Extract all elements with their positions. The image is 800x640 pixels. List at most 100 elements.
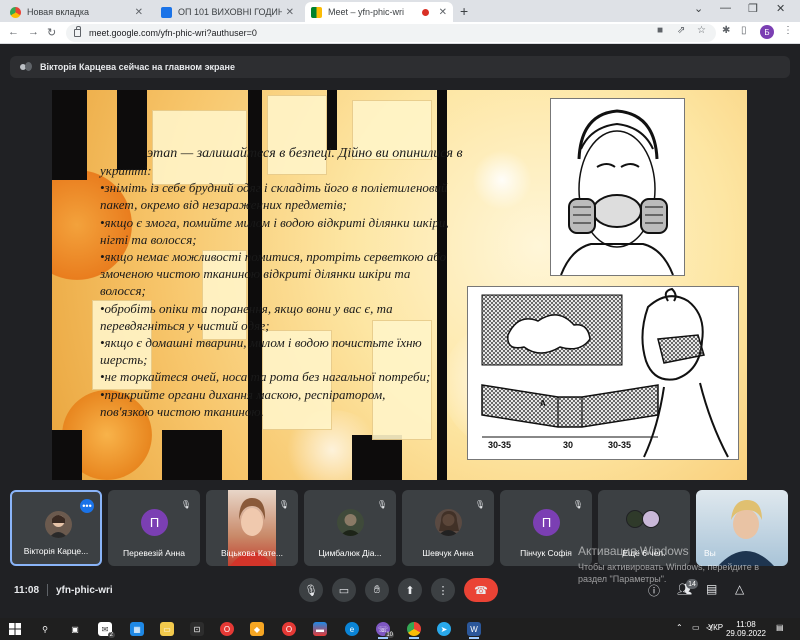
figure-marker-label: А (540, 399, 546, 408)
mic-button[interactable]: 🎙︎ (299, 578, 323, 602)
tab-title: Meet – yfn-phic-wri (328, 7, 405, 17)
forward-arrow-icon[interactable]: → (28, 26, 39, 38)
activities-icon[interactable]: △ (735, 582, 744, 596)
avatar: П (533, 509, 560, 536)
tray-chevron-icon[interactable]: ⌃ (676, 623, 683, 632)
participant-name: Вікторія Карце... (23, 546, 89, 556)
reload-icon[interactable]: ↻ (47, 26, 56, 39)
network-icon[interactable]: ▭ (692, 623, 700, 632)
share-icon[interactable]: ⇗ (677, 25, 685, 36)
tab-title: ОП 101 ВИХОВНІ ГОДИНИ (178, 7, 282, 17)
app-icon[interactable]: ▬ (313, 622, 327, 636)
mail-badge: 2 (107, 632, 115, 638)
participant-name: Перевезій Анна (123, 548, 185, 558)
browser-tabstrip: Новая вкладка ✕ ОП 101 ВИХОВНІ ГОДИНИ ✕ … (0, 0, 800, 22)
participant-tile[interactable]: 🎙︎ Цимбалюк Діа... (304, 490, 396, 566)
chevron-down-icon[interactable]: ⌄ (694, 2, 703, 15)
store-icon[interactable]: ▦ (130, 622, 144, 636)
presenter-icon (20, 62, 32, 72)
clock-date: 29.09.2022 (725, 629, 767, 638)
camera-button[interactable]: ▭ (332, 578, 356, 602)
close-tab-icon[interactable]: ✕ (286, 7, 294, 18)
language-indicator[interactable]: УКР (708, 623, 723, 632)
avatar (337, 509, 364, 536)
transition-shard (52, 90, 87, 180)
viber-badge: 10 (385, 632, 394, 638)
windows-start-icon[interactable] (8, 622, 22, 636)
mic-off-icon: 🎙︎ (278, 499, 290, 509)
minimize-icon[interactable]: — (720, 2, 731, 14)
slide-heading: этап — залишайтеся в безпеці. Дійно ви о… (147, 146, 463, 161)
dimension-label: 30-35 (608, 440, 632, 450)
close-tab-icon[interactable]: ✕ (439, 7, 447, 18)
transition-shard (117, 90, 147, 170)
gauze-mask-drawing (481, 287, 729, 458)
address-bar[interactable]: meet.google.com/yfn-phic-wri?authuser=0 (66, 24, 716, 42)
mic-off-icon: 🎙︎ (376, 499, 388, 509)
notifications-icon[interactable]: ▤ (776, 623, 784, 632)
slide-line: •якщо є змога, помийте милом і водою від… (100, 214, 449, 230)
bag-icon[interactable]: ⊡ (190, 622, 204, 636)
word-icon[interactable]: W (467, 622, 481, 639)
shared-screen: этап — залишайтеся в безпеці. Дійно ви о… (52, 90, 747, 480)
participant-tile[interactable]: 🎙︎ Шевчук Анна (402, 490, 494, 566)
chat-icon[interactable]: ▤ (706, 582, 717, 596)
close-window-icon[interactable]: ✕ (776, 2, 785, 15)
more-options-icon[interactable]: ••• (80, 499, 94, 513)
transition-shard (162, 430, 222, 480)
viber-icon[interactable]: ☏ 10 (376, 622, 394, 639)
chrome-icon (10, 6, 21, 18)
recording-dot-icon (421, 8, 429, 16)
url-text: meet.google.com/yfn-phic-wri?authuser=0 (89, 28, 257, 38)
meeting-code: yfn-phic-wri (56, 585, 113, 596)
slide-line: •зніміть із себе брудний одяг і складіть… (100, 180, 448, 196)
lock-icon (74, 26, 81, 37)
profile-avatar[interactable]: Б (760, 25, 774, 39)
star-icon[interactable]: ☆ (697, 25, 706, 36)
slide-line: нігті та волосся; (100, 231, 197, 247)
participant-tile[interactable]: 🎙︎ Віцькова Кате... (206, 490, 298, 566)
people-icon[interactable]: 👥︎ 14 (677, 579, 698, 596)
close-tab-icon[interactable]: ✕ (135, 7, 143, 18)
more-options-icon: ⋮ (437, 584, 449, 597)
participant-name: Шевчук Анна (422, 548, 474, 558)
avatar: П (141, 509, 168, 536)
back-arrow-icon[interactable]: ← (8, 26, 19, 38)
new-tab-button[interactable]: + (460, 3, 468, 19)
opera-icon[interactable]: O (220, 622, 234, 636)
task-view-icon[interactable]: ▣ (68, 622, 82, 636)
present-button[interactable]: ⬆ (398, 578, 422, 602)
more-options-button[interactable]: ⋮ (431, 578, 455, 602)
puzzle-icon[interactable]: ✱ (722, 25, 730, 36)
chrome-icon[interactable] (407, 622, 421, 639)
mic-off-icon: 🎙︎ (572, 499, 584, 509)
dimension-label: 30 (563, 440, 574, 450)
mail-icon[interactable]: ✉ 2 (98, 622, 115, 638)
raise-hand-icon: ✋︎ (373, 583, 381, 596)
info-icon[interactable]: ⓘ (648, 582, 660, 599)
divider (47, 584, 48, 596)
kebab-menu-icon[interactable]: ⋮ (783, 25, 793, 36)
end-call-button[interactable]: ☎︎ (464, 578, 498, 602)
sidebar-icon[interactable]: ▯ (741, 25, 747, 36)
participant-name: Віцькова Кате... (220, 548, 283, 558)
search-icon[interactable]: ⚲ (38, 622, 52, 636)
camera-icon[interactable]: ■ (657, 25, 663, 36)
taskbar-clock[interactable]: 11:08 29.09.2022 (724, 620, 768, 638)
opera-icon[interactable]: O (282, 622, 296, 636)
raise-hand-button[interactable]: ✋︎ (365, 578, 389, 602)
participant-tile[interactable]: П 🎙︎ Перевезій Анна (108, 490, 200, 566)
tab-meet[interactable]: Meet – yfn-phic-wri ✕ (305, 2, 453, 22)
tab-new-tab[interactable]: Новая вкладка ✕ (4, 2, 149, 22)
participant-name: Цимбалюк Діа... (318, 548, 382, 558)
mic-off-icon: 🎙︎ (180, 499, 192, 509)
app-icon[interactable]: ◆ (250, 622, 264, 636)
browser-toolbar: ← → ↻ meet.google.com/yfn-phic-wri?authu… (0, 22, 800, 44)
meeting-time: 11:08 (14, 585, 40, 596)
telegram-icon[interactable]: ➤ (437, 622, 451, 636)
file-explorer-icon[interactable]: ▭ (160, 622, 174, 636)
participant-tile[interactable]: ••• Вікторія Карце... (10, 490, 102, 566)
edge-icon[interactable]: e (345, 622, 359, 636)
tab-classroom[interactable]: ОП 101 ВИХОВНІ ГОДИНИ ✕ (155, 2, 300, 22)
maximize-icon[interactable]: ❐ (748, 2, 758, 15)
